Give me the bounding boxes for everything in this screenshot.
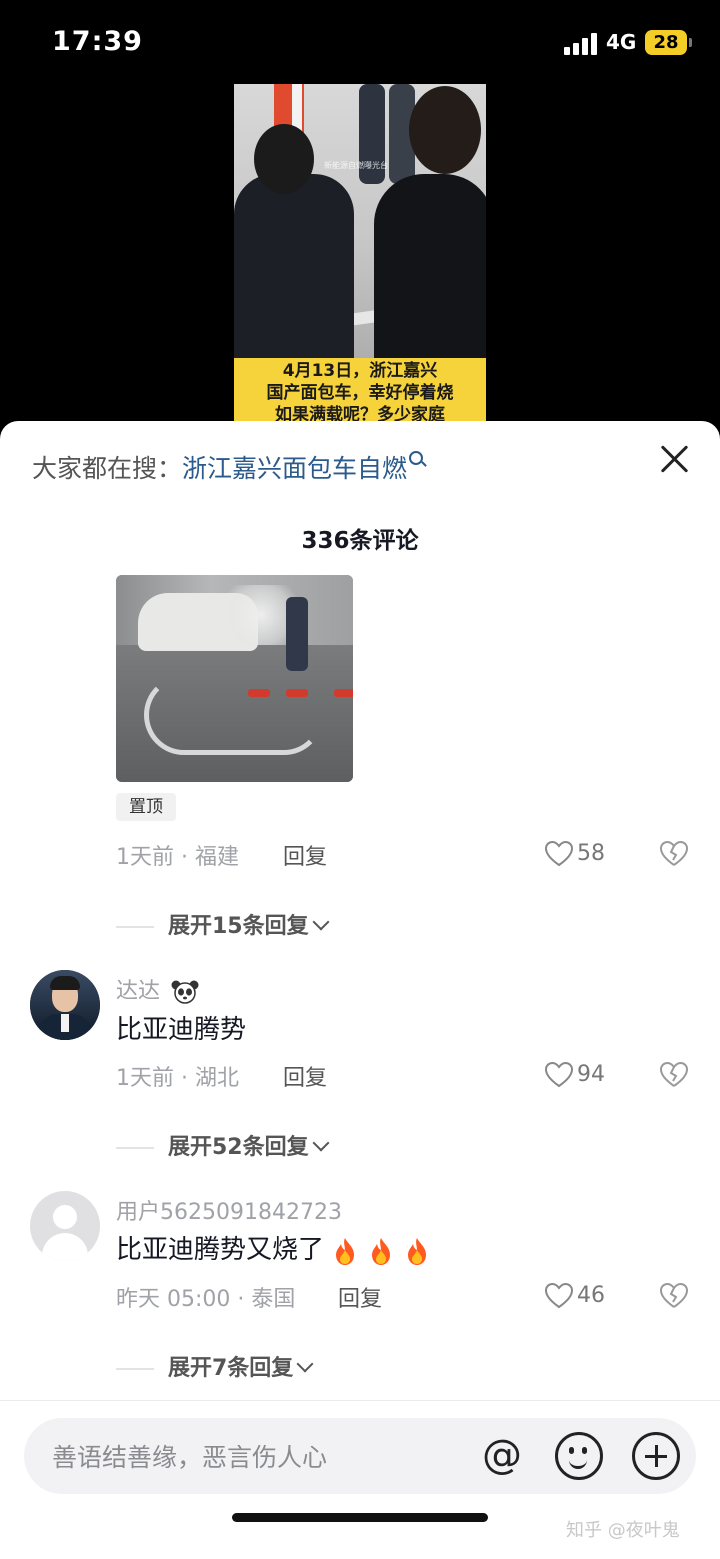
- fire-icon: [408, 1237, 427, 1265]
- comment-count: 336条评论: [301, 528, 419, 554]
- expand-label: 展开52条回复: [168, 1135, 309, 1160]
- emoji-eye: [569, 1447, 574, 1454]
- fire-icon: [336, 1237, 355, 1265]
- signal-icon: [564, 33, 598, 55]
- like-count: 58: [577, 841, 605, 866]
- emoji-eye: [582, 1447, 587, 1454]
- heart-icon: [545, 1283, 573, 1309]
- divider-line: [116, 926, 154, 928]
- dislike-icon[interactable]: [660, 1283, 688, 1309]
- fire-icon: [372, 1237, 391, 1265]
- status-time: 17:39: [52, 26, 143, 57]
- divider-line: [116, 1147, 154, 1149]
- battery-cap: [689, 38, 692, 47]
- username-text: 达达: [116, 979, 161, 1004]
- search-term-link[interactable]: 浙江嘉兴面包车自燃: [182, 454, 407, 483]
- comment-sheet: 大家都在搜：浙江嘉兴面包车自燃 336条评论 置顶 1天前 · 福建 回复 58…: [0, 421, 720, 1559]
- expand-replies[interactable]: 展开15条回复: [116, 908, 330, 940]
- emoji-icon[interactable]: [555, 1432, 603, 1480]
- heart-icon: [545, 1062, 573, 1088]
- expand-replies[interactable]: 展开52条回复: [116, 1129, 330, 1161]
- search-prefix: 大家都在搜：: [32, 454, 183, 483]
- divider-line: [116, 1368, 154, 1370]
- close-icon[interactable]: [658, 443, 690, 475]
- comment-input-bar: 善语结善缘，恶言伤人心 @ 知乎 @夜叶鬼: [0, 1400, 720, 1559]
- search-suggestion[interactable]: 大家都在搜：浙江嘉兴面包车自燃: [32, 449, 424, 485]
- reply-button[interactable]: 回复: [338, 1281, 382, 1313]
- search-icon: [409, 451, 424, 465]
- image-extinguisher: [248, 689, 270, 697]
- comment-meta: 1天前 · 湖北: [116, 1066, 239, 1091]
- emoji-mouth: [569, 1457, 587, 1469]
- network-type: 4G: [606, 30, 637, 54]
- expand-label: 展开7条回复: [168, 1356, 294, 1381]
- comment-meta: 昨天 05:00 · 泰国: [116, 1287, 296, 1312]
- avatar-body: [42, 1233, 88, 1261]
- pinned-badge: 置顶: [116, 793, 176, 821]
- comment-text: 比亚迪腾势: [116, 1015, 247, 1045]
- at-icon[interactable]: @: [479, 1432, 525, 1478]
- chevron-down-icon: [296, 1355, 314, 1373]
- reply-button[interactable]: 回复: [283, 1060, 327, 1092]
- video-player[interactable]: 新能源自燃曝光台 4月13日，浙江嘉兴 国产面包车，幸好停着烧 如果满载呢？多少…: [234, 84, 486, 434]
- comment-username[interactable]: 用户5625091842723: [116, 1194, 342, 1226]
- comment-meta: 1天前 · 福建: [116, 845, 239, 870]
- avatar-head: [53, 1205, 77, 1229]
- comment-text: 比亚迪腾势又烧了: [116, 1229, 432, 1266]
- expand-replies[interactable]: 展开7条回复: [116, 1350, 314, 1382]
- input-placeholder: 善语结善缘，恶言伤人心: [52, 1443, 328, 1472]
- like-button[interactable]: 46: [545, 1283, 605, 1309]
- comment-text-body: 比亚迪腾势又烧了: [116, 1235, 325, 1265]
- comment-image[interactable]: [116, 575, 353, 782]
- image-extinguisher: [286, 689, 308, 697]
- expand-label: 展开15条回复: [168, 914, 309, 939]
- avatar[interactable]: [30, 1191, 100, 1261]
- chevron-down-icon: [312, 913, 330, 931]
- image-firefighter: [286, 597, 308, 671]
- heart-icon: [545, 841, 573, 867]
- battery-icon: 28: [645, 30, 687, 55]
- image-hose: [144, 675, 324, 755]
- plus-icon[interactable]: [632, 1432, 680, 1480]
- video-person-head: [254, 124, 314, 194]
- like-button[interactable]: 94: [545, 1062, 605, 1088]
- home-indicator: [232, 1513, 488, 1522]
- like-count: 46: [577, 1283, 605, 1308]
- avatar-shirt: [61, 1014, 69, 1032]
- avatar[interactable]: [30, 970, 100, 1040]
- comment-input[interactable]: 善语结善缘，恶言伤人心 @: [24, 1418, 696, 1494]
- status-bar: 17:39 4G 28: [0, 0, 720, 84]
- avatar-hair: [50, 976, 80, 990]
- panda-icon: [171, 980, 199, 1004]
- video-person-head: [409, 86, 481, 174]
- like-button[interactable]: 58: [545, 841, 605, 867]
- like-count: 94: [577, 1062, 605, 1087]
- video-caption-line: 4月13日，浙江嘉兴: [282, 361, 438, 381]
- video-watermark: 新能源自燃曝光台: [324, 161, 388, 170]
- video-caption: 4月13日，浙江嘉兴 国产面包车，幸好停着烧 如果满载呢？多少家庭: [234, 358, 486, 426]
- source-watermark: 知乎 @夜叶鬼: [566, 1520, 680, 1541]
- dislike-icon[interactable]: [660, 841, 688, 867]
- chevron-down-icon: [312, 1134, 330, 1152]
- comment-username[interactable]: 达达: [116, 973, 199, 1005]
- reply-button[interactable]: 回复: [283, 839, 327, 871]
- dislike-icon[interactable]: [660, 1062, 688, 1088]
- image-extinguisher: [334, 689, 353, 697]
- video-caption-line: 国产面包车，幸好停着烧: [266, 383, 454, 403]
